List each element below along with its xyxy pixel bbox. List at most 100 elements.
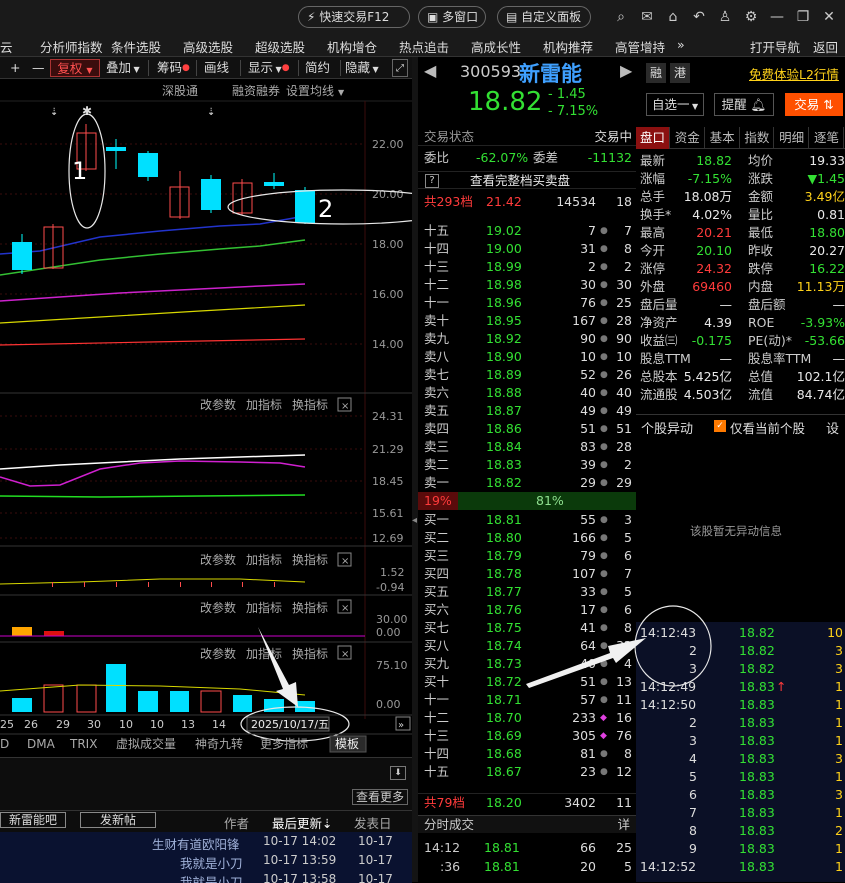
swap-indicator-button[interactable]: 换指标 — [292, 397, 328, 412]
full-book-link[interactable]: 查看完整档买卖盘 — [470, 172, 570, 190]
template-tab[interactable]: 模板 — [335, 737, 359, 751]
tick-row[interactable]: 818.832 — [636, 822, 845, 840]
ask-row[interactable]: 十五19.0277● — [418, 222, 636, 240]
l2-trial-link[interactable]: 免费体验L2行情 — [749, 64, 839, 83]
ask-row[interactable]: 卖八18.901010● — [418, 348, 636, 366]
draw-line-button[interactable]: 画线 — [204, 59, 229, 77]
back-icon[interactable]: ↶ — [688, 6, 710, 28]
tick-row[interactable]: 14:12:5218.831 — [636, 858, 845, 876]
menu-item[interactable]: 机构增仓 — [327, 37, 377, 56]
menu-more-icon[interactable]: » — [677, 37, 685, 52]
zoom-in-button[interactable]: + — [10, 59, 20, 77]
download-icon[interactable]: ⬇ — [390, 766, 406, 780]
change-params-button[interactable]: 改参数 — [200, 600, 236, 615]
stats-tab[interactable]: 明细 — [775, 127, 809, 149]
trade-button[interactable]: 交易 ⇅ — [785, 93, 843, 116]
stats-tab[interactable]: 指数 — [740, 127, 774, 149]
ask-row[interactable]: 卖九18.929090● — [418, 330, 636, 348]
menu-item[interactable]: 高成长性 — [471, 37, 521, 56]
settings-icon[interactable]: ⚙ — [740, 6, 762, 28]
menu-open-nav[interactable]: 打开导航 — [750, 37, 800, 56]
menu-item[interactable]: 高级选股 — [183, 37, 233, 56]
indicator-tab[interactable]: 神奇九转 — [195, 736, 243, 751]
menu-item[interactable]: 云 — [0, 37, 13, 56]
latest-header[interactable]: 最后更新⇣ — [272, 813, 333, 832]
stats-tab[interactable]: 资金 — [671, 127, 705, 149]
bid-row[interactable]: 十三18.6930576◆ — [418, 727, 636, 745]
mail-icon[interactable]: ✉ — [636, 6, 658, 28]
swap-indicator-button[interactable]: 换指标 — [292, 646, 328, 661]
tab-margin[interactable]: 融资融券 — [232, 83, 280, 98]
tab-hk-connect[interactable]: 深股通 — [162, 84, 198, 98]
simple-button[interactable]: 简约 — [305, 59, 330, 77]
stock-bar-button[interactable]: 新雷能吧 — [0, 812, 66, 828]
checkbox-checked-icon[interactable]: ✓ — [714, 420, 726, 432]
new-post-button[interactable]: 发新帖 — [80, 812, 156, 828]
forum-row[interactable]: 生财有道欧阳锋 10-17 14:02 10-17 — [0, 834, 412, 852]
add-indicator-button[interactable]: 加指标 — [246, 646, 282, 661]
overlay-dropdown[interactable]: 叠加 ▼ — [106, 59, 140, 77]
help-icon[interactable]: ? — [425, 174, 439, 188]
ask-row[interactable]: 十四19.00318● — [418, 240, 636, 258]
hk-tag[interactable]: 港 — [670, 63, 690, 83]
stats-tab[interactable]: 盘口 — [636, 127, 670, 149]
menu-item[interactable]: 超级选股 — [255, 37, 305, 56]
ask-row[interactable]: 卖四18.865151● — [418, 420, 636, 438]
minimize-icon[interactable]: — — [766, 6, 788, 28]
add-indicator-button[interactable]: 加指标 — [246, 600, 282, 615]
bid-row[interactable]: 买二18.801665● — [418, 529, 636, 547]
ask-row[interactable]: 卖十18.9516728● — [418, 312, 636, 330]
ask-row[interactable]: 卖七18.895226● — [418, 366, 636, 384]
ask-row[interactable]: 十三18.9922● — [418, 258, 636, 276]
ask-row[interactable]: 十一18.967625● — [418, 294, 636, 312]
alert-button[interactable]: 提醒 🔔︎ — [714, 93, 774, 116]
swap-indicator-button[interactable]: 换指标 — [292, 552, 328, 567]
stats-tab[interactable]: 逐笔 — [810, 127, 844, 149]
tick-row[interactable]: 218.831 — [636, 714, 845, 732]
ask-row[interactable]: 卖三18.848328● — [418, 438, 636, 456]
menu-item[interactable]: 高管增持 — [615, 37, 665, 56]
view-more-button[interactable]: 查看更多 — [352, 789, 408, 805]
tick-row[interactable]: 918.831 — [636, 840, 845, 858]
indicator-tab[interactable]: TRIX — [69, 737, 97, 751]
tick-row[interactable]: 518.831 — [636, 768, 845, 786]
add-indicator-button[interactable]: 加指标 — [246, 552, 282, 567]
change-params-button[interactable]: 改参数 — [200, 552, 236, 567]
kline-chart[interactable]: 深股通 融资融券 设置均线 ▼ 22.00 20.00 18.00 16.00 … — [0, 79, 412, 790]
search-icon[interactable]: ⌕ — [610, 6, 632, 28]
ask-row[interactable]: 十二18.983030● — [418, 276, 636, 294]
indicator-tab[interactable]: 虚拟成交量 — [116, 736, 176, 751]
menu-item[interactable]: 条件选股 — [111, 37, 161, 56]
bid-row[interactable]: 买四18.781077● — [418, 565, 636, 583]
full-book-row[interactable]: ? 查看完整档买卖盘 — [418, 171, 636, 189]
next-stock-icon[interactable]: ▶ — [620, 61, 632, 80]
bid-row[interactable]: 十四18.68818● — [418, 745, 636, 763]
tick-row[interactable]: 718.831 — [636, 804, 845, 822]
tick-row[interactable]: 618.833 — [636, 786, 845, 804]
forum-row[interactable]: 我就是小刀 10-17 13:58 10-17 — [0, 872, 412, 883]
forum-row[interactable]: 我就是小刀 10-17 13:59 10-17 — [0, 853, 412, 871]
anomaly-settings-button[interactable]: 设 — [826, 418, 839, 437]
ask-row[interactable]: 卖二18.83392● — [418, 456, 636, 474]
bid-row[interactable]: 买五18.77335● — [418, 583, 636, 601]
close-icon[interactable]: ✕ — [818, 6, 840, 28]
fullscreen-icon[interactable]: ⤢ — [392, 59, 408, 77]
home-icon[interactable]: ⌂ — [662, 6, 684, 28]
hide-button[interactable]: 隐藏 ▼ — [345, 59, 379, 77]
add-indicator-button[interactable]: 加指标 — [246, 397, 282, 412]
ask-row[interactable]: 卖五18.874949● — [418, 402, 636, 420]
indicator-tab[interactable]: DMA — [27, 737, 56, 751]
indicator-tab[interactable]: D — [0, 737, 9, 751]
bid-row[interactable]: 十五18.672312● — [418, 763, 636, 781]
ask-row[interactable]: 卖一18.822929● — [418, 474, 636, 492]
posted-header[interactable]: 发表日 — [354, 813, 392, 832]
tick-row[interactable]: 418.833 — [636, 750, 845, 768]
custom-panel-button[interactable]: ▤ 自定义面板 — [497, 6, 591, 28]
chips-button[interactable]: 筹码● — [157, 59, 190, 77]
detail-button[interactable]: 详 — [617, 816, 630, 834]
watchlist-dropdown[interactable]: 自选一 ▼ — [646, 93, 704, 116]
display-button[interactable]: 显示 ▼● — [248, 59, 290, 77]
multi-window-button[interactable]: ▣ 多窗口 — [418, 6, 486, 28]
bid-row[interactable]: 买三18.79796● — [418, 547, 636, 565]
only-current-label[interactable]: 仅看当前个股 — [730, 418, 805, 437]
